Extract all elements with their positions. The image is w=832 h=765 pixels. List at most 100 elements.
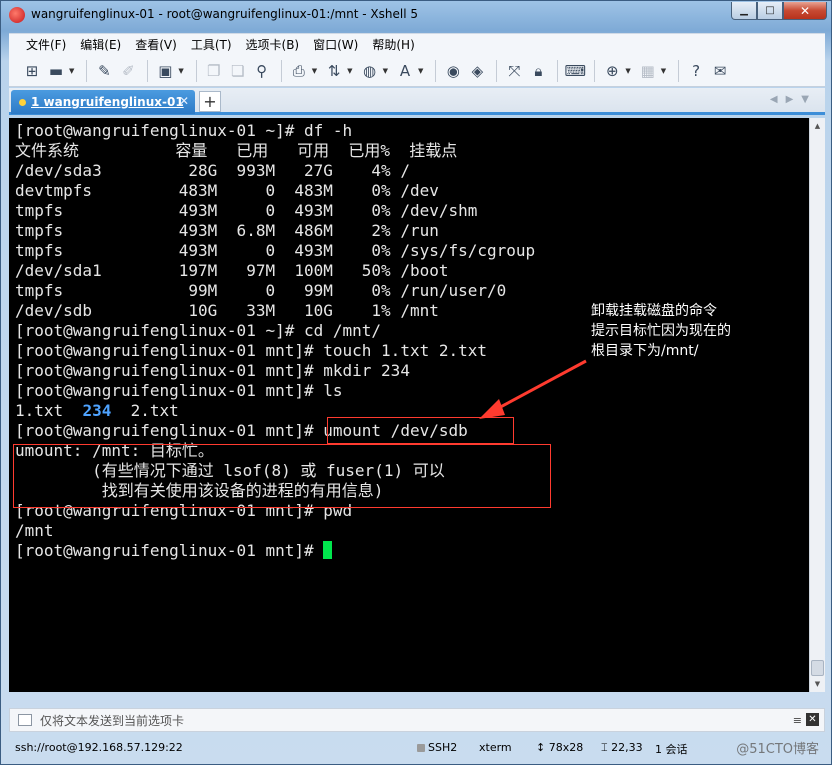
layout-icon[interactable]: ▦ [637, 60, 659, 82]
terminal-line: tmpfs 493M 0 493M 0% /dev/shm [15, 201, 478, 220]
menu-bar: 文件(F) 编辑(E) 查看(V) 工具(T) 选项卡(B) 窗口(W) 帮助(… [9, 33, 825, 55]
font-icon[interactable]: A [394, 60, 416, 82]
tab-scroll-icons[interactable]: ◀▶▼ [770, 94, 817, 105]
tab-close-icon[interactable]: ✕ [179, 94, 189, 108]
toolbar-separator [557, 59, 559, 82]
open-folder-icon[interactable]: ▬ [45, 60, 67, 82]
lock-icon[interactable]: 🔒︎ [527, 60, 549, 82]
compose-input[interactable]: 仅将文本发送到当前选项卡 [40, 712, 184, 729]
add-tab-icon[interactable]: ⊕ [601, 60, 623, 82]
scroll-thumb[interactable] [811, 660, 824, 676]
globe-icon[interactable]: ◍ [359, 60, 381, 82]
terminal-line: tmpfs 493M 0 493M 0% /sys/fs/cgroup [15, 241, 536, 260]
toolbar-separator [86, 59, 88, 82]
maximize-button[interactable]: □ [757, 2, 783, 20]
terminal-line: [root@wangruifenglinux-01 mnt]# mkdir 23… [15, 361, 410, 380]
close-button[interactable]: ✕ [783, 2, 827, 20]
status-bar: ssh://root@192.168.57.129:22 SSH2 xterm … [9, 735, 825, 759]
window-title: wangruifenglinux-01 - root@wangruifengli… [31, 7, 418, 21]
reconnect-icon[interactable]: ✎ [93, 60, 115, 82]
disconnect-icon[interactable]: ✐ [117, 60, 139, 82]
tab-session-1[interactable]: 1 wangruifenglinux-01 ✕ [11, 90, 195, 114]
menu-edit[interactable]: 编辑(E) [73, 36, 128, 53]
menu-window[interactable]: 窗口(W) [306, 36, 365, 53]
open-dropdown-icon[interactable]: ▼ [69, 67, 74, 75]
toolbar-separator [678, 59, 680, 82]
terminal-line: /dev/sda3 28G 993M 27G 4% / [15, 161, 410, 180]
properties-dropdown-icon[interactable]: ▼ [178, 67, 183, 75]
window-controls: ▁ □ ✕ [731, 2, 827, 20]
xmanager-icon[interactable]: ◈ [466, 60, 488, 82]
new-tab-button[interactable]: + [199, 91, 221, 112]
minimize-button[interactable]: ▁ [731, 2, 757, 20]
chat-icon[interactable]: ✉ [709, 60, 731, 82]
toolbar-separator [195, 59, 197, 82]
menu-view[interactable]: 查看(V) [128, 36, 184, 53]
menu-help[interactable]: 帮助(H) [365, 36, 421, 53]
annotation-note: 卸载挂载磁盘的命令 提示目标忙因为现在的 根目录下为/mnt/ [591, 301, 731, 361]
pwd-output-line: /mnt [15, 521, 54, 540]
properties-icon[interactable]: ▣ [154, 60, 176, 82]
toolbar-separator [594, 59, 596, 82]
current-prompt-line: [root@wangruifenglinux-01 mnt]# [15, 541, 809, 561]
lock-icon [417, 744, 425, 752]
transfer-icon[interactable]: ⇅ [323, 60, 345, 82]
directory-entry: 234 [82, 401, 112, 420]
protocol-status: SSH2 [417, 741, 457, 754]
terminal-line: tmpfs 99M 0 99M 0% /run/user/0 [15, 281, 507, 300]
tab-label: 1 wangruifenglinux-01 [31, 95, 184, 109]
font-dropdown-icon[interactable]: ▼ [418, 67, 423, 75]
title-bar[interactable]: wangruifenglinux-01 - root@wangruifengli… [1, 1, 831, 29]
terminal-cursor [323, 541, 333, 559]
scroll-down-icon[interactable]: ▼ [810, 676, 825, 692]
terminal-output[interactable]: [root@wangruifenglinux-01 ~]# df -h 文件系统 … [9, 118, 809, 692]
add-tab-dropdown-icon[interactable]: ▼ [625, 67, 630, 75]
layout-dropdown-icon[interactable]: ▼ [661, 67, 666, 75]
menu-tools[interactable]: 工具(T) [184, 36, 239, 53]
terminal-line: [root@wangruifenglinux-01 mnt]# ls [15, 381, 343, 400]
toolbar-separator [147, 59, 149, 82]
print-dropdown-icon[interactable]: ▼ [312, 67, 317, 75]
menu-tabs[interactable]: 选项卡(B) [239, 36, 307, 53]
compose-menu-icon[interactable]: ≡ [793, 714, 802, 727]
keyboard-icon[interactable]: ⌨ [564, 60, 587, 82]
compose-bar[interactable]: 仅将文本发送到当前选项卡 ≡ ✕ [9, 708, 825, 732]
new-session-icon[interactable]: ⊞ [21, 60, 43, 82]
terminal-line: [root@wangruifenglinux-01 ~]# df -h [15, 121, 353, 140]
annotation-line: 卸载挂载磁盘的命令 [591, 303, 717, 319]
terminal-size: ↕ 78x28 [536, 741, 584, 754]
annotation-line: 提示目标忙因为现在的 [591, 323, 731, 339]
terminal-line: tmpfs 493M 6.8M 486M 2% /run [15, 221, 439, 240]
umount-command-highlight [327, 417, 514, 444]
transfer-dropdown-icon[interactable]: ▼ [347, 67, 352, 75]
compose-close-icon[interactable]: ✕ [806, 713, 819, 726]
terminal-line: 文件系统 容量 已用 可用 已用% 挂载点 [15, 141, 458, 160]
menu-file[interactable]: 文件(F) [19, 36, 73, 53]
toolbar-separator [435, 59, 437, 82]
connection-address: ssh://root@192.168.57.129:22 [15, 741, 183, 754]
compose-icon [18, 714, 32, 726]
globe-dropdown-icon[interactable]: ▼ [383, 67, 388, 75]
watermark: @51CTO博客 [736, 742, 819, 757]
terminal-line: devtmpfs 483M 0 483M 0% /dev [15, 181, 439, 200]
scroll-up-icon[interactable]: ▲ [810, 118, 825, 134]
print-icon[interactable]: ⎙ [288, 60, 310, 82]
copy-icon[interactable]: ❐ [203, 60, 225, 82]
find-icon[interactable]: ⚲ [251, 60, 273, 82]
xshell-window: wangruifenglinux-01 - root@wangruifengli… [0, 0, 832, 765]
terminal-line: /dev/sda1 197M 97M 100M 50% /boot [15, 261, 449, 280]
fullscreen-icon[interactable]: ⤧ [503, 60, 525, 82]
toolbar-separator [280, 59, 282, 82]
terminal-scrollbar[interactable]: ▲ ▼ [809, 118, 825, 692]
annotation-line: 根目录下为/mnt/ [591, 343, 699, 359]
cursor-position: ⌶ 22,33 [601, 741, 643, 754]
xshell-logo-icon [9, 7, 25, 23]
connected-status-icon [19, 98, 26, 106]
paste-icon[interactable]: ❏ [227, 60, 249, 82]
error-message-highlight [13, 444, 551, 508]
terminal-type: xterm [479, 741, 512, 754]
tab-bar: 1 wangruifenglinux-01 ✕ + ◀▶▼ [9, 88, 825, 115]
help-icon[interactable]: ? [685, 60, 707, 82]
xftp-icon[interactable]: ◉ [442, 60, 464, 82]
toolbar: ⊞ ▬ ▼ ✎ ✐ ▣ ▼ ❐ ❏ ⚲ ⎙ ▼ ⇅ ▼ ◍ ▼ A ▼ ◉ ◈ ⤧ 🔒︎ ⌨… [9, 55, 825, 87]
